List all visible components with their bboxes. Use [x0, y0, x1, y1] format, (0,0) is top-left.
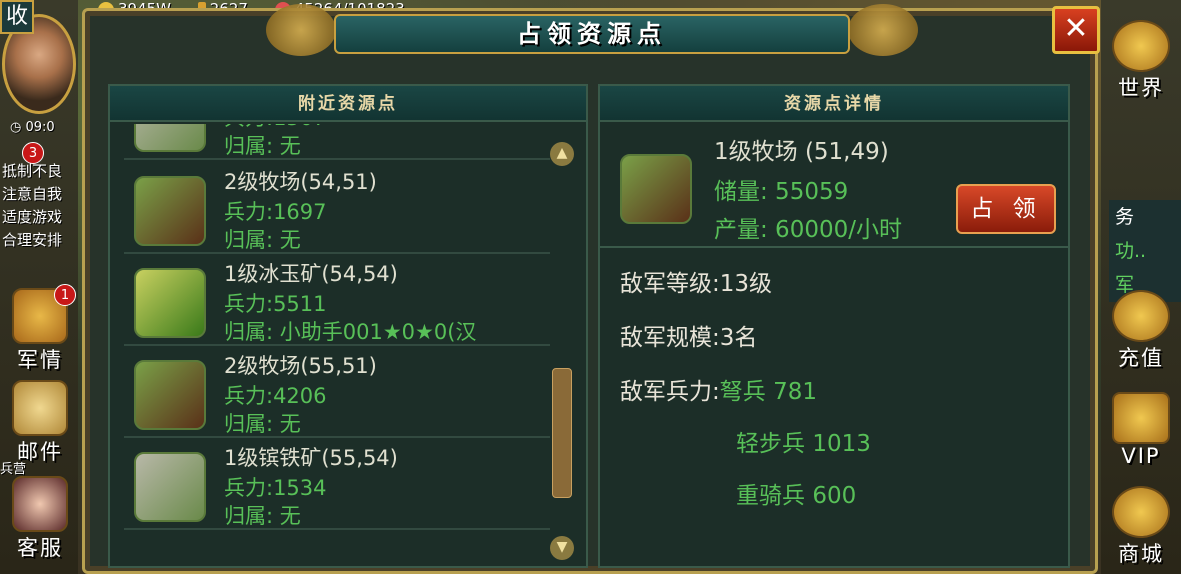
- mail-button[interactable]: 邮件: [4, 380, 76, 466]
- unit-type: 重骑兵: [736, 483, 805, 509]
- resource-summary: 1级牧场 (51,49) 储量: 55059 产量: 60000/小时 占 领: [600, 122, 1068, 248]
- item-troops: 兵力:5511: [224, 292, 327, 316]
- intel-badge: 1: [54, 284, 76, 306]
- shop-button[interactable]: 商城: [1103, 486, 1179, 568]
- item-owner: 归属: 无: [224, 504, 301, 528]
- military-intel-label: 军情: [17, 348, 63, 372]
- resource-detail-title: 资源点详情: [600, 86, 1068, 122]
- occupy-button[interactable]: 占 领: [956, 184, 1056, 234]
- enemy-unit-row: 轻步兵 1013: [736, 424, 871, 458]
- enemy-scale: 敌军规模:3名: [620, 325, 758, 351]
- list-scrollbar[interactable]: ▲ ▼: [548, 140, 578, 570]
- nearby-resources-panel: 附近资源点 兵力:1507 归属: 无 2级牧场(54,51) 兵力:1697 …: [108, 84, 588, 568]
- scroll-up-icon[interactable]: ▲: [550, 142, 574, 166]
- world-icon: [1112, 20, 1170, 72]
- notice-line: 注意自我: [2, 185, 63, 203]
- resource-yield: 产量: 60000/小时: [714, 217, 902, 243]
- customer-service-icon: [12, 476, 68, 532]
- task-line: 功..: [1115, 240, 1147, 262]
- item-name: 1级冰玉矿(54,54): [224, 262, 398, 286]
- world-label: 世界: [1118, 76, 1164, 100]
- item-name: 2级牧场(55,51): [224, 354, 377, 378]
- vip-button[interactable]: VIP: [1103, 392, 1179, 468]
- recharge-button[interactable]: 充值: [1103, 290, 1179, 372]
- customer-service-label: 客服: [17, 536, 63, 560]
- list-item[interactable]: 兵力:1507 归属: 无: [124, 124, 550, 160]
- list-item[interactable]: 1级镔铁矿(55,54) 兵力:1534 归属: 无: [124, 440, 550, 530]
- item-troops: 兵力:4206: [224, 384, 327, 408]
- vip-icon: [1112, 392, 1170, 444]
- unit-type: 轻步兵: [736, 431, 805, 457]
- resource-stock: 储量: 55059: [714, 179, 849, 205]
- item-name: 1级镔铁矿(55,54): [224, 446, 398, 470]
- ornament-wing-right: [848, 4, 918, 56]
- resource-name: 1级牧场 (51,49): [714, 139, 889, 165]
- notice-line: 适度游戏: [2, 208, 63, 226]
- unit-count: 600: [812, 483, 857, 509]
- notice-line: 合理安排: [2, 231, 63, 249]
- item-name: 2级牧场(54,51): [224, 170, 377, 194]
- left-sidebar: 收 ◷ 09:0 抵制不良 注意自我 适度游戏 合理安排 3 军情 1 邮件 兵…: [0, 0, 78, 574]
- health-notice: 抵制不良 注意自我 适度游戏 合理安排: [2, 160, 78, 252]
- resource-detail-panel: 资源点详情 1级牧场 (51,49) 储量: 55059 产量: 60000/小…: [598, 84, 1070, 568]
- enemy-force-row: 敌军兵力:弩兵 781: [620, 372, 817, 406]
- enemy-unit-row: 重骑兵 600: [736, 476, 856, 510]
- notice-line: 抵制不良: [2, 162, 63, 180]
- recharge-label: 充值: [1118, 346, 1164, 370]
- unit-type: 弩兵: [719, 379, 766, 405]
- vip-label: VIP: [1121, 444, 1161, 468]
- task-line: 务: [1115, 206, 1135, 228]
- enemy-level: 敌军等级:13级: [620, 271, 773, 297]
- dialog-title: 占领资源点: [334, 14, 850, 54]
- scroll-down-icon[interactable]: ▼: [550, 536, 574, 560]
- collapse-button[interactable]: 收: [0, 0, 34, 34]
- close-button[interactable]: ✕: [1052, 6, 1100, 54]
- item-troops: 兵力:1697: [224, 200, 327, 224]
- jade-mine-icon: [134, 268, 206, 338]
- clock: ◷ 09:0: [10, 120, 55, 135]
- mail-icon: [12, 380, 68, 436]
- item-owner: 归属: 无: [224, 134, 301, 158]
- coin-icon: [1112, 290, 1170, 342]
- enemy-force-label: 敌军兵力:: [620, 379, 720, 405]
- nearby-resources-title: 附近资源点: [110, 86, 586, 122]
- unit-count: 781: [773, 379, 817, 405]
- world-button[interactable]: 世界: [1103, 20, 1179, 102]
- clock-time: 09:0: [25, 120, 55, 135]
- ornament-wing-left: [266, 4, 336, 56]
- resource-list[interactable]: 兵力:1507 归属: 无 2级牧场(54,51) 兵力:1697 归属: 无 …: [116, 124, 550, 564]
- clock-icon: ◷: [10, 120, 22, 135]
- unit-count: 1013: [812, 431, 871, 457]
- item-troops: 兵力:1534: [224, 476, 327, 500]
- list-item[interactable]: 2级牧场(54,51) 兵力:1697 归属: 无: [124, 164, 550, 254]
- customer-service-button[interactable]: 客服: [4, 476, 76, 562]
- item-owner: 归属: 小助手001★0★0(汉: [224, 320, 477, 344]
- task-tracker[interactable]: 务 功.. 军: [1109, 200, 1181, 302]
- gold-ingot-icon: [1112, 486, 1170, 538]
- shop-label: 商城: [1118, 542, 1164, 566]
- item-owner: 归属: 无: [224, 228, 301, 252]
- item-owner: 归属: 无: [224, 412, 301, 436]
- list-item[interactable]: 2级牧场(55,51) 兵力:4206 归属: 无: [124, 348, 550, 438]
- list-item[interactable]: 1级冰玉矿(54,54) 兵力:5511 归属: 小助手001★0★0(汉: [124, 256, 550, 346]
- pasture-icon: [134, 360, 206, 430]
- iron-mine-icon: [134, 452, 206, 522]
- ore-mine-icon: [134, 124, 206, 152]
- scroll-thumb[interactable]: [552, 368, 572, 498]
- pasture-icon: [620, 154, 692, 224]
- notice-badge: 3: [22, 142, 44, 164]
- pasture-icon: [134, 176, 206, 246]
- barracks-label: 兵营: [0, 462, 27, 477]
- right-sidebar: 世界 务 功.. 军 充值 VIP 商城: [1101, 0, 1181, 574]
